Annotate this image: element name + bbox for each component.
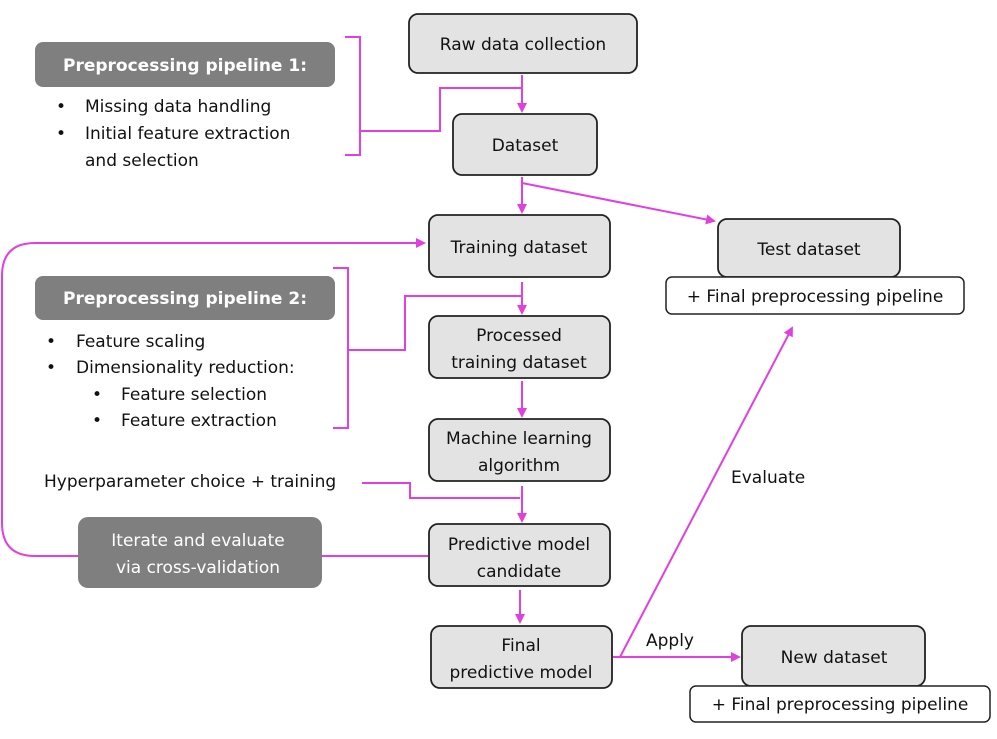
hyperparameter-connector — [362, 482, 520, 499]
bullet: • — [56, 97, 66, 117]
svg-text:Test dataset: Test dataset — [756, 240, 860, 260]
svg-text:predictive model: predictive model — [450, 663, 593, 683]
node-machine-learning-algorithm: Machine learning algorithm — [428, 418, 611, 482]
preprocessing-pipeline-1: Preprocessing pipeline 1: • Missing data… — [35, 42, 335, 171]
node-processed-training-dataset: Processed training dataset — [428, 315, 611, 379]
svg-text:Feature scaling: Feature scaling — [76, 332, 205, 352]
svg-text:+ Final preprocessing pipeline: + Final preprocessing pipeline — [712, 695, 969, 715]
svg-text:Final: Final — [501, 636, 540, 656]
svg-text:via cross-validation: via cross-validation — [116, 558, 280, 578]
svg-text:Preprocessing pipeline 1:: Preprocessing pipeline 1: — [63, 56, 307, 76]
apply-label: Apply — [646, 631, 694, 651]
node-dataset: Dataset — [452, 113, 598, 176]
svg-text:Predictive model: Predictive model — [448, 535, 590, 555]
node-test-dataset: Test dataset + Final preprocessing pipel… — [665, 218, 965, 315]
svg-text:Missing data handling: Missing data handling — [85, 97, 271, 117]
bullet: • — [92, 411, 102, 431]
svg-text:algorithm: algorithm — [478, 456, 560, 476]
hyperparameter-label: Hyperparameter choice + training — [44, 472, 336, 492]
svg-text:+ Final preprocessing pipeline: + Final preprocessing pipeline — [687, 287, 944, 307]
node-final-predictive-model: Final predictive model — [430, 625, 613, 689]
bullet: • — [46, 358, 56, 378]
ml-workflow-diagram: Raw data collection Dataset Training dat… — [1, 13, 991, 723]
node-new-dataset: New dataset + Final preprocessing pipeli… — [689, 625, 991, 723]
node-predictive-model-candidate: Predictive model candidate — [428, 523, 611, 587]
svg-text:Iterate and evaluate: Iterate and evaluate — [111, 531, 284, 551]
node-raw-data-collection: Raw data collection — [408, 13, 638, 74]
bullet: • — [56, 124, 66, 144]
bullet: • — [46, 332, 56, 352]
svg-text:Preprocessing pipeline 2:: Preprocessing pipeline 2: — [63, 289, 307, 309]
evaluate-label: Evaluate — [731, 468, 805, 488]
svg-text:Feature extraction: Feature extraction — [121, 411, 277, 431]
bullet: • — [92, 385, 102, 405]
svg-text:Training dataset: Training dataset — [450, 238, 588, 258]
arrow-evaluate — [613, 326, 793, 658]
svg-text:Dataset: Dataset — [492, 136, 559, 156]
svg-text:and selection: and selection — [85, 151, 199, 171]
svg-text:Initial feature extraction: Initial feature extraction — [85, 124, 290, 144]
node-training-dataset: Training dataset — [428, 214, 611, 278]
svg-text:training dataset: training dataset — [451, 353, 587, 373]
svg-text:New dataset: New dataset — [781, 648, 888, 668]
svg-text:Feature selection: Feature selection — [121, 385, 267, 405]
svg-text:Raw data collection: Raw data collection — [440, 35, 606, 55]
svg-text:Dimensionality reduction:: Dimensionality reduction: — [76, 358, 295, 378]
svg-text:Machine learning: Machine learning — [446, 429, 592, 449]
svg-text:Processed: Processed — [476, 326, 562, 346]
preprocessing-pipeline-2: Preprocessing pipeline 2: • Feature scal… — [35, 276, 335, 431]
svg-text:candidate: candidate — [477, 562, 561, 582]
iterate-cross-validation: Iterate and evaluate via cross-validatio… — [78, 517, 322, 588]
